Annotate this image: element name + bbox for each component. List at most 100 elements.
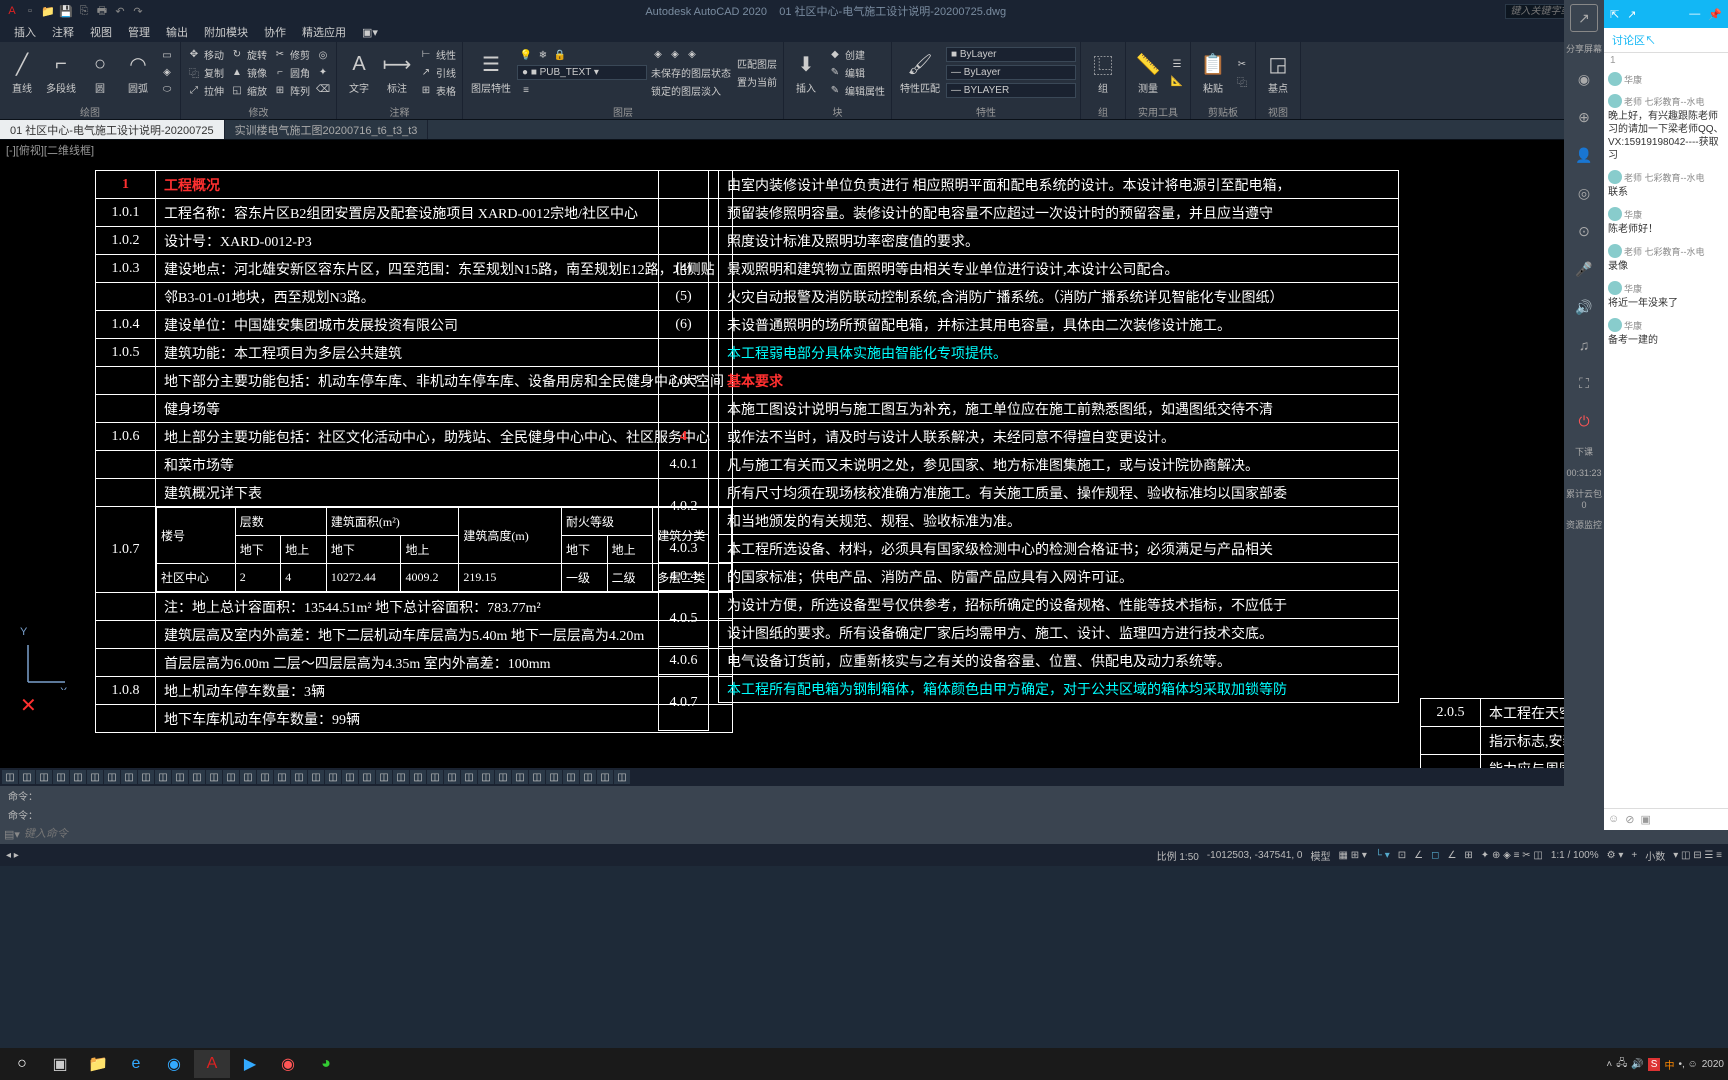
polyline-button[interactable]: ⌐多段线 (42, 49, 80, 97)
si-26[interactable]: ◫ (427, 770, 443, 784)
app-icon-3[interactable]: ◉ (270, 1050, 306, 1078)
si-19[interactable]: ◫ (308, 770, 324, 784)
system-tray[interactable]: ˄ 🖧 🔊 S 中 •, ☺ 2020 (1606, 1056, 1724, 1073)
si-9[interactable]: ◫ (138, 770, 154, 784)
wechat-icon[interactable]: ◕ (308, 1050, 344, 1078)
menu-view[interactable]: 视图 (84, 22, 118, 42)
end-class-button[interactable]: ⏻ (1570, 407, 1598, 435)
si-11[interactable]: ◫ (172, 770, 188, 784)
sb-plus-icon[interactable]: + (1631, 850, 1637, 861)
undo-icon[interactable]: ↶ (112, 3, 128, 19)
autocad-taskbar-icon[interactable]: A (194, 1050, 230, 1078)
layer-unsaved[interactable]: 未保存的图层状态 (649, 64, 733, 81)
draw-tool-2[interactable]: ◈ (158, 65, 176, 81)
scale-button[interactable]: ◱缩放 (228, 82, 269, 99)
layer-props-button[interactable]: ☰图层特性 (467, 49, 515, 97)
menu-collab[interactable]: 协作 (258, 22, 292, 42)
side-icon-4[interactable]: ◎ (1570, 179, 1598, 207)
trim-button[interactable]: ✂修剪 (271, 46, 312, 63)
redo-icon[interactable]: ↷ (130, 3, 146, 19)
chat-min-icon[interactable]: — (1689, 8, 1700, 20)
chat-tab-discuss[interactable]: 讨论区↖ (1604, 28, 1664, 52)
si-8[interactable]: ◫ (121, 770, 137, 784)
si-24[interactable]: ◫ (393, 770, 409, 784)
si-37[interactable]: ◫ (614, 770, 630, 784)
start-button[interactable]: ○ (4, 1050, 40, 1078)
tray-icons[interactable]: •, ☺ (1678, 1059, 1697, 1070)
app-logo-icon[interactable]: A (4, 3, 20, 19)
clipcopy-button[interactable]: ⿻ (1233, 73, 1251, 89)
si-10[interactable]: ◫ (155, 770, 171, 784)
si-27[interactable]: ◫ (444, 770, 460, 784)
sb-decimal[interactable]: 小数 (1645, 848, 1665, 863)
mirror-button[interactable]: ▲镜像 (228, 64, 269, 81)
si-12[interactable]: ◫ (189, 770, 205, 784)
command-input[interactable] (20, 826, 1724, 842)
layer-state[interactable]: ≡ (517, 82, 647, 98)
move-button[interactable]: ✥移动 (185, 46, 226, 63)
fillet-button[interactable]: ⌐圆角 (271, 64, 312, 81)
si-28[interactable]: ◫ (461, 770, 477, 784)
measure-button[interactable]: 📏测量 (1130, 49, 1166, 97)
si-25[interactable]: ◫ (410, 770, 426, 784)
chat-ban-icon[interactable]: ⊘ (1625, 813, 1634, 826)
side-icon-5[interactable]: ⊙ (1570, 217, 1598, 245)
tray-up-icon[interactable]: ˄ (1606, 1059, 1612, 1070)
doc-tab-2[interactable]: 实训楼电气施工图20200716_t6_t3_t3 (225, 120, 429, 139)
lineweight-dropdown[interactable]: — ByLayer (946, 65, 1076, 80)
emoji-icon[interactable]: ☺ (1608, 813, 1619, 826)
mic-icon[interactable]: 🎤 (1570, 255, 1598, 283)
linetype-dropdown[interactable]: — BYLAYER (946, 83, 1076, 98)
block-attr[interactable]: ✎编辑属性 (826, 82, 887, 99)
chat-image-icon[interactable]: ▣ (1640, 813, 1650, 826)
si-3[interactable]: ◫ (36, 770, 52, 784)
layer-tool-a[interactable]: ◈◈◈ (649, 47, 733, 63)
chat-share-icon[interactable]: ↗ (1627, 8, 1636, 21)
circle-button[interactable]: ○圆 (82, 49, 118, 97)
expand-icon[interactable]: ⛶ (1570, 369, 1598, 397)
linear-button[interactable]: ⊢线性 (417, 46, 458, 63)
cut-button[interactable]: ✂ (1233, 56, 1251, 72)
util-1[interactable]: ☰ (1168, 56, 1186, 72)
save-icon[interactable]: 💾 (58, 3, 74, 19)
doc-tab-1[interactable]: 01 社区中心-电气施工设计说明-20200725 (0, 120, 225, 139)
speaker-icon[interactable]: 🔊 (1570, 293, 1598, 321)
layer-match[interactable]: 匹配图层 (735, 55, 779, 72)
app-icon-1[interactable]: ◉ (156, 1050, 192, 1078)
si-6[interactable]: ◫ (87, 770, 103, 784)
explorer-icon[interactable]: 📁 (80, 1050, 116, 1078)
tray-ime[interactable]: S (1648, 1058, 1661, 1071)
si-15[interactable]: ◫ (240, 770, 256, 784)
color-dropdown[interactable]: ■ ByLayer (946, 47, 1076, 62)
si-18[interactable]: ◫ (291, 770, 307, 784)
sb-track-icon[interactable]: ∠ (1447, 850, 1456, 861)
chat-back-icon[interactable]: ⇱ (1610, 8, 1619, 21)
new-icon[interactable]: ▫ (22, 3, 38, 19)
share-screen-button[interactable]: ↗ (1570, 4, 1598, 32)
sb-gear-icon[interactable]: ⚙ ▾ (1607, 850, 1624, 861)
open-icon[interactable]: 📁 (40, 3, 56, 19)
sb-polar-icon[interactable]: ∠ (1414, 850, 1423, 861)
si-29[interactable]: ◫ (478, 770, 494, 784)
si-30[interactable]: ◫ (495, 770, 511, 784)
block-edit[interactable]: ✎编辑 (826, 64, 887, 81)
sb-end-icons[interactable]: ▾ ◫ ⊟ ☰ ≡ (1673, 850, 1722, 861)
si-33[interactable]: ◫ (546, 770, 562, 784)
si-1[interactable]: ◫ (2, 770, 18, 784)
si-34[interactable]: ◫ (563, 770, 579, 784)
stretch-button[interactable]: ⤢拉伸 (185, 82, 226, 99)
si-20[interactable]: ◫ (325, 770, 341, 784)
tray-ime-cn[interactable]: 中 (1664, 1057, 1674, 1072)
si-23[interactable]: ◫ (376, 770, 392, 784)
group-button[interactable]: ⿺组 (1085, 49, 1121, 97)
layer-lock-fade[interactable]: 锁定的图层淡入 (649, 82, 733, 99)
sb-dyn-icon[interactable]: ⊞ (1464, 850, 1472, 861)
sb-osnap-icon[interactable]: ◻ (1431, 850, 1439, 861)
si-21[interactable]: ◫ (342, 770, 358, 784)
sb-grid-icon[interactable]: ▦ ⊞ ▾ (1338, 850, 1366, 861)
menu-output[interactable]: 输出 (160, 22, 194, 42)
si-17[interactable]: ◫ (274, 770, 290, 784)
draw-tool-3[interactable]: ⬭ (158, 82, 176, 98)
base-button[interactable]: ◲基点 (1260, 49, 1296, 97)
text-button[interactable]: A文字 (341, 49, 377, 97)
